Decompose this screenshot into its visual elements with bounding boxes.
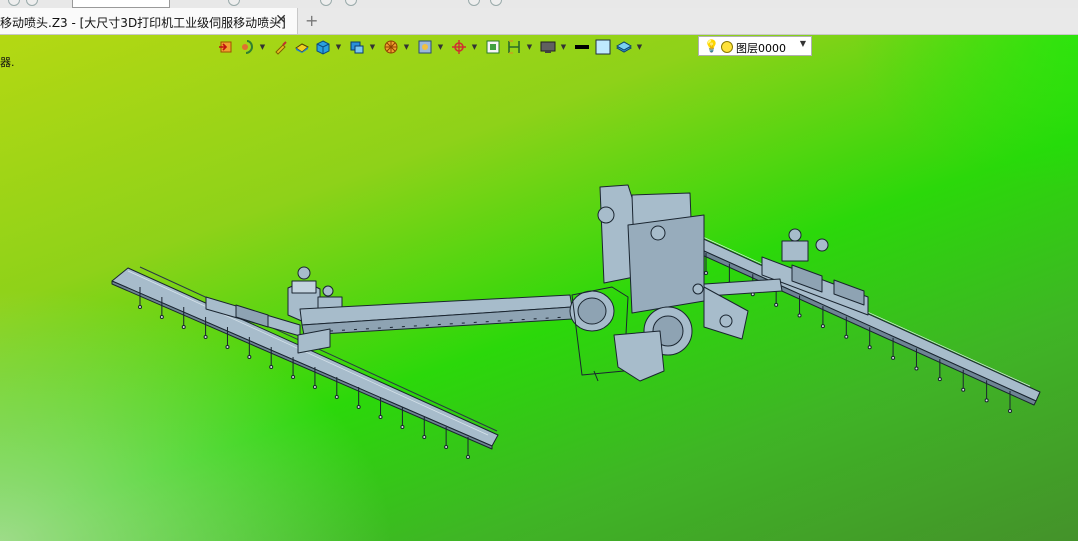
chevron-down-icon[interactable]: ▼: [403, 43, 410, 51]
chevron-down-icon[interactable]: ▼: [636, 43, 643, 51]
nozzle-tip: [844, 334, 849, 339]
nozzle-tip: [704, 271, 708, 275]
history-icon-2[interactable]: [490, 0, 502, 6]
nozzle-tip: [225, 345, 230, 349]
cube-icon[interactable]: [314, 38, 332, 56]
nozzle-tip: [961, 387, 966, 392]
nozzle-tip: [820, 324, 825, 329]
history-icon[interactable]: [468, 0, 480, 6]
shaded-icon[interactable]: [293, 38, 311, 56]
nozzle-tip: [159, 315, 164, 319]
select-icon[interactable]: [228, 0, 240, 6]
layer-select[interactable]: 💡 图层0000 ▼: [698, 36, 812, 56]
nozzle-tip: [444, 445, 449, 449]
pick-icon-2[interactable]: [345, 0, 357, 6]
lightbulb-icon[interactable]: 💡: [704, 39, 719, 53]
nozzle-tip: [797, 313, 802, 318]
nozzle-tip: [891, 355, 896, 360]
nozzle-tip: [984, 398, 989, 403]
undo-icon[interactable]: [8, 0, 20, 6]
nozzle-tip: [181, 325, 186, 329]
nozzle-tip: [291, 375, 296, 379]
layer-select-value: 图层0000: [736, 42, 786, 55]
nozzle-tip: [400, 425, 405, 429]
redo-icon[interactable]: [26, 0, 38, 6]
pick-icon[interactable]: [320, 0, 332, 6]
new-tab-button[interactable]: +: [305, 11, 318, 30]
graphics-viewport[interactable]: 器. ▼ ▼ ▼ ▼ ▼ ▼ ▼ ▼ ▼ 💡 图层0000 ▼: [0, 35, 1078, 541]
views-icon[interactable]: [348, 38, 366, 56]
document-tab-bar: 移动喷头.Z3 - [大尺寸3D打印机工业级伺服移动喷头] ✕ +: [0, 8, 1078, 35]
view-toolbar: ▼ ▼ ▼ ▼ ▼ ▼ ▼ ▼ ▼: [217, 37, 649, 57]
measure-icon[interactable]: [505, 38, 523, 56]
brush-icon[interactable]: [272, 38, 290, 56]
nozzle-tip: [867, 345, 872, 350]
nozzle-tip: [422, 435, 427, 439]
status-text: 器.: [0, 56, 15, 69]
orient-icon[interactable]: [450, 38, 468, 56]
layer-status-icon: [721, 41, 733, 53]
nozzle-tip: [138, 305, 142, 309]
filter-combo[interactable]: [72, 0, 170, 8]
color-black-icon[interactable]: [573, 38, 591, 56]
nozzle-tip: [269, 365, 274, 369]
nozzle-tip: [937, 377, 942, 382]
nozzle-tip: [1008, 409, 1012, 413]
color-lightblue-icon[interactable]: [594, 38, 612, 56]
nozzle-tip: [356, 405, 361, 409]
zoom-icon[interactable]: [416, 38, 434, 56]
display-icon[interactable]: [539, 38, 557, 56]
chevron-down-icon[interactable]: ▼: [526, 43, 533, 51]
chevron-down-icon[interactable]: ▼: [800, 39, 806, 48]
nozzle-tip: [312, 385, 317, 389]
chevron-down-icon[interactable]: ▼: [369, 43, 376, 51]
chevron-down-icon[interactable]: ▼: [335, 43, 342, 51]
printer-nozzle-assembly-model[interactable]: [0, 35, 1078, 541]
fit-icon[interactable]: [484, 38, 502, 56]
nozzle-tip: [378, 415, 383, 419]
render-icon[interactable]: [238, 38, 256, 56]
exit-icon[interactable]: [217, 38, 235, 56]
chevron-down-icon[interactable]: ▼: [259, 43, 266, 51]
nozzle-tip: [774, 302, 779, 307]
document-tab-title: 移动喷头.Z3 - [大尺寸3D打印机工业级伺服移动喷头]: [0, 16, 286, 30]
layer-icon[interactable]: [615, 38, 633, 56]
chevron-down-icon[interactable]: ▼: [560, 43, 567, 51]
document-tab[interactable]: 移动喷头.Z3 - [大尺寸3D打印机工业级伺服移动喷头] ✕: [0, 8, 298, 34]
chevron-down-icon[interactable]: ▼: [471, 43, 478, 51]
nozzle-tip: [203, 335, 208, 339]
nozzle-tip: [334, 395, 339, 399]
section-icon[interactable]: [382, 38, 400, 56]
close-icon[interactable]: ✕: [275, 12, 287, 28]
nozzle-tip: [914, 366, 919, 371]
nozzle-tip: [247, 355, 252, 359]
chevron-down-icon[interactable]: ▼: [437, 43, 444, 51]
nozzle-tip: [466, 455, 470, 459]
